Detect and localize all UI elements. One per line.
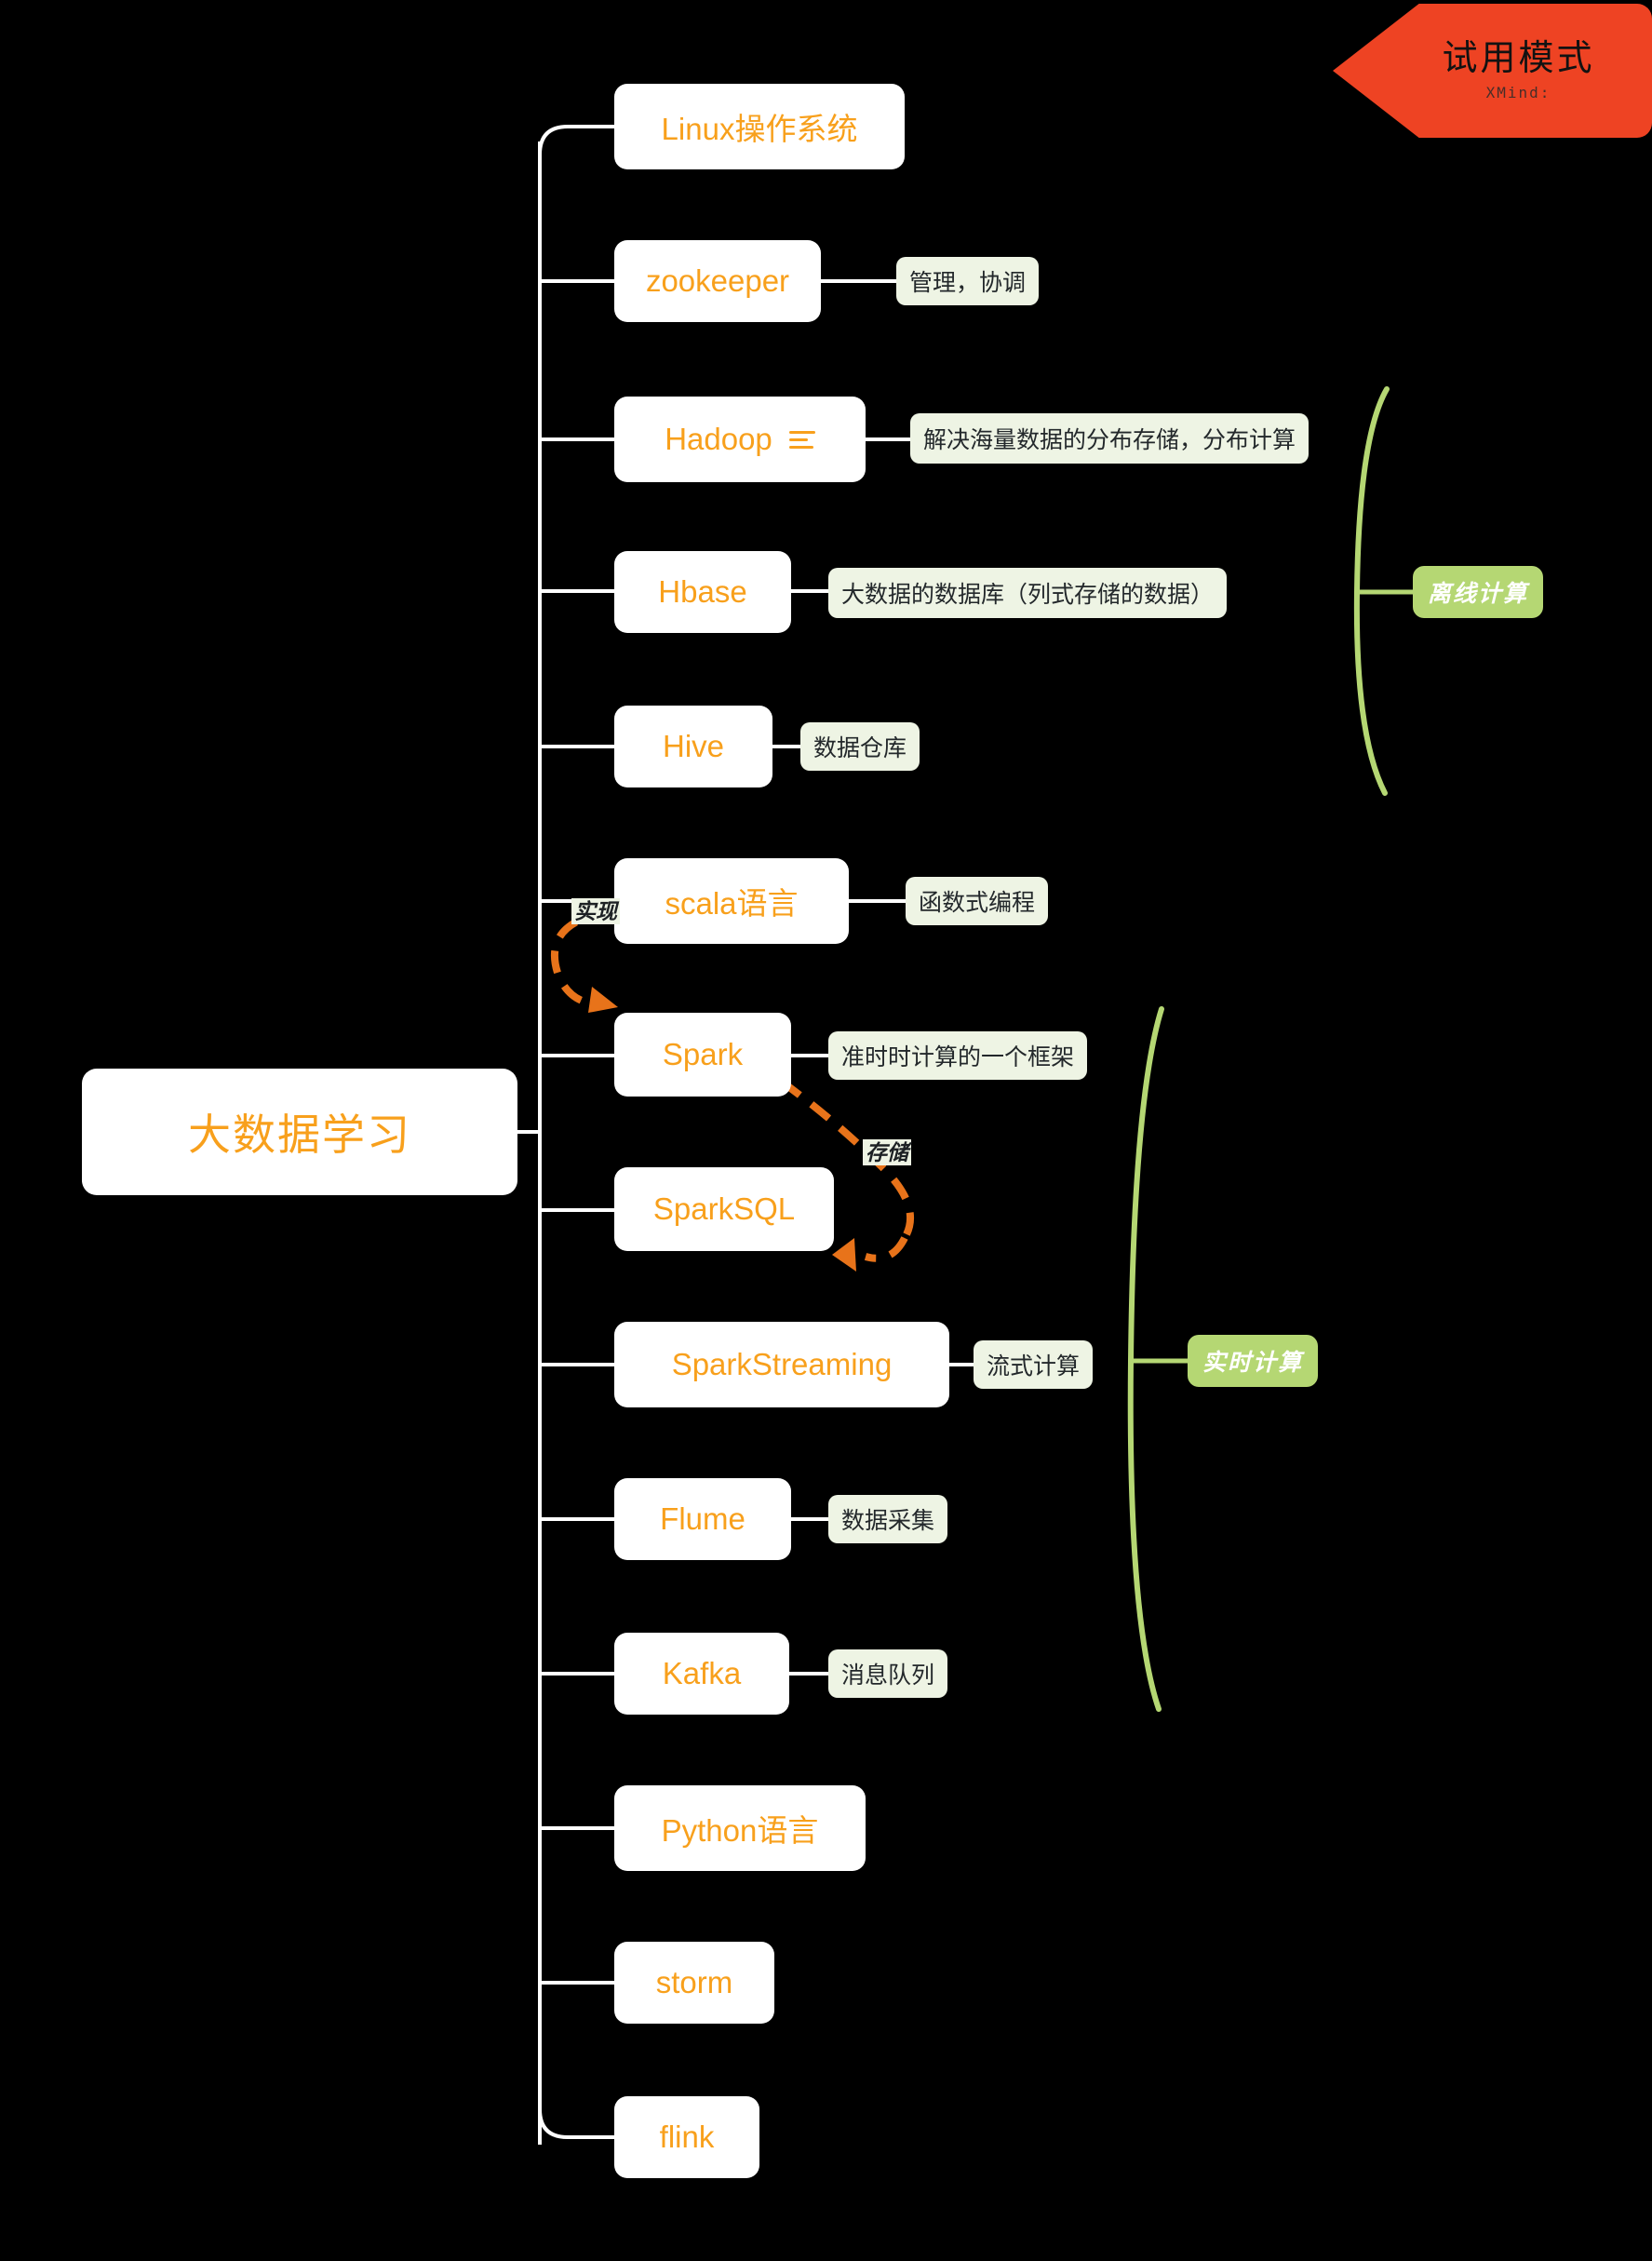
topic-sparkstreaming[interactable]: SparkStreaming [614, 1322, 949, 1407]
note-spark-text: 准时时计算的一个框架 [841, 1044, 1075, 1070]
topic-hadoop[interactable]: Hadoop [614, 397, 866, 482]
note-scala: 函数式编程 [906, 877, 1049, 925]
topic-storm-label: storm [655, 1965, 733, 1999]
note-flume: 数据采集 [828, 1495, 948, 1543]
note-spark: 准时时计算的一个框架 [828, 1031, 1088, 1080]
relationship-label-storage[interactable]: 存储 [863, 1139, 911, 1166]
topic-flink[interactable]: flink [614, 2096, 759, 2178]
note-kafka: 消息队列 [828, 1649, 948, 1698]
note-hadoop-text: 解决海量数据的分布存储，分布计算 [923, 427, 1296, 453]
topic-sparksql-label: SparkSQL [652, 1191, 796, 1226]
note-scala-text: 函数式编程 [919, 890, 1036, 916]
topic-sparkstreaming-label: SparkStreaming [671, 1347, 893, 1381]
topic-zookeeper[interactable]: zookeeper [614, 240, 821, 322]
summary-realtime-computing-label: 实时计算 [1202, 1350, 1304, 1376]
topic-hadoop-label: Hadoop [665, 422, 772, 456]
note-flume-text: 数据采集 [841, 1508, 935, 1534]
topic-hive[interactable]: Hive [614, 706, 772, 787]
topic-sparksql[interactable]: SparkSQL [614, 1167, 834, 1251]
topic-flume-label: Flume [660, 1501, 745, 1536]
topic-kafka-label: Kafka [662, 1656, 742, 1690]
xmind-brand-label: XMind: [1485, 83, 1551, 101]
relationship-label-storage-text: 存储 [866, 1140, 908, 1164]
trial-mode-title: 试用模式 [1442, 38, 1595, 78]
relationship-label-implement[interactable]: 实现 [571, 898, 620, 925]
root-topic[interactable]: 大数据学习 [82, 1069, 517, 1195]
topic-spark[interactable]: Spark [614, 1013, 791, 1097]
topic-hbase[interactable]: Hbase [614, 551, 791, 633]
note-hbase: 大数据的数据库（列式存储的数据） [828, 568, 1228, 618]
topic-zookeeper-label: zookeeper [645, 263, 790, 298]
summary-offline-computing-label: 离线计算 [1428, 581, 1529, 607]
topic-flume[interactable]: Flume [614, 1478, 791, 1560]
topic-storm[interactable]: storm [614, 1942, 774, 2024]
summary-realtime-computing[interactable]: 实时计算 [1188, 1335, 1319, 1387]
note-hadoop: 解决海量数据的分布存储，分布计算 [910, 413, 1310, 464]
topic-flink-label: flink [659, 2120, 715, 2154]
topic-kafka[interactable]: Kafka [614, 1633, 789, 1715]
topic-hive-label: Hive [662, 729, 725, 763]
note-zookeeper: 管理，协调 [896, 257, 1040, 305]
topic-hbase-label: Hbase [658, 574, 747, 609]
topic-scala-label: scala语言 [665, 886, 799, 921]
note-hive: 数据仓库 [800, 722, 920, 771]
root-topic-label: 大数据学习 [188, 1110, 411, 1159]
notes-lines-icon [788, 430, 815, 449]
note-hbase-text: 大数据的数据库（列式存储的数据） [841, 582, 1215, 608]
topic-linux[interactable]: Linux操作系统 [614, 84, 905, 169]
topic-spark-label: Spark [662, 1037, 744, 1071]
topic-python-label: Python语言 [661, 1813, 819, 1848]
note-sparkstreaming: 流式计算 [974, 1340, 1094, 1389]
topic-linux-label: Linux操作系统 [661, 112, 858, 146]
note-sparkstreaming-text: 流式计算 [987, 1353, 1081, 1379]
note-zookeeper-text: 管理，协调 [909, 270, 1027, 296]
relationship-label-implement-text: 实现 [574, 899, 617, 923]
note-kafka-text: 消息队列 [841, 1662, 935, 1689]
topic-scala[interactable]: scala语言 [614, 858, 849, 944]
summary-offline-computing[interactable]: 离线计算 [1413, 566, 1544, 618]
topic-python[interactable]: Python语言 [614, 1785, 866, 1871]
mindmap-canvas: 大数据学习 Linux操作系统 zookeeper 管理，协调 Hadoop 解… [0, 0, 1652, 2261]
note-hive-text: 数据仓库 [813, 735, 907, 761]
trial-mode-banner[interactable]: 试用模式 XMind: [1333, 4, 1652, 138]
